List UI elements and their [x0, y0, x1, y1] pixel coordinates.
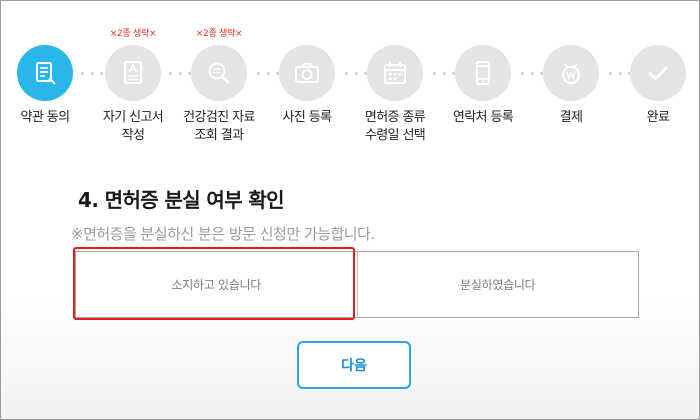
next-button[interactable]: 다음 [297, 341, 411, 389]
step-connector [609, 71, 631, 75]
step-label: 사진 등록 [282, 110, 333, 125]
won-coin-icon [562, 63, 580, 84]
option-lost-license[interactable]: 분실하였습니다 [357, 252, 638, 317]
step-connector [433, 71, 455, 75]
step-label: 면허증 종류 수령일 선택 [364, 110, 426, 143]
step-circle[interactable] [105, 45, 161, 101]
step-indicator: 약관 동의 ×2종 생략× 자기 신고서 작성 ×2종 생략× 건강검진 자료 … [1, 1, 700, 151]
option-have-license[interactable]: 소지하고 있습니다 [76, 252, 358, 317]
step-label: 약관 동의 [20, 110, 71, 125]
section-title: 4. 면허증 분실 여부 확인 [78, 188, 285, 212]
step-connector [81, 71, 103, 75]
step-label: 결제 [559, 110, 583, 125]
omitted-note: ×2종 생략× [195, 29, 243, 39]
step-circle[interactable] [630, 45, 686, 101]
omitted-note: ×2종 생략× [109, 29, 157, 39]
step-circle[interactable] [367, 45, 423, 101]
application-frame: 약관 동의 ×2종 생략× 자기 신고서 작성 ×2종 생략× 건강검진 자료 … [0, 0, 700, 420]
camera-icon [295, 63, 319, 83]
self-report-icon [124, 61, 142, 84]
section-note: ※면허증을 분실하신 분은 방문 신청만 가능합니다. [71, 225, 375, 243]
step-label: 연락처 등록 [452, 110, 514, 125]
license-status-options: 소지하고 있습니다 분실하였습니다 [75, 251, 639, 318]
step-connector [169, 71, 191, 75]
calendar-icon [384, 62, 406, 84]
step-circle[interactable] [455, 45, 511, 101]
document-check-icon [36, 62, 56, 85]
step-label: 건강검진 자료 조회 결과 [183, 110, 255, 143]
step-label: 완료 [646, 110, 670, 125]
phone-icon [476, 61, 490, 85]
checkmark-icon [648, 66, 668, 81]
step-connector [521, 71, 543, 75]
step-circle[interactable] [191, 45, 247, 101]
step-circle[interactable] [17, 45, 73, 101]
step-connector [257, 71, 279, 75]
search-document-icon [208, 62, 230, 84]
step-circle[interactable] [279, 45, 335, 101]
step-connector [345, 71, 367, 75]
step-label: 자기 신고서 작성 [102, 110, 164, 143]
step-circle[interactable] [543, 45, 599, 101]
